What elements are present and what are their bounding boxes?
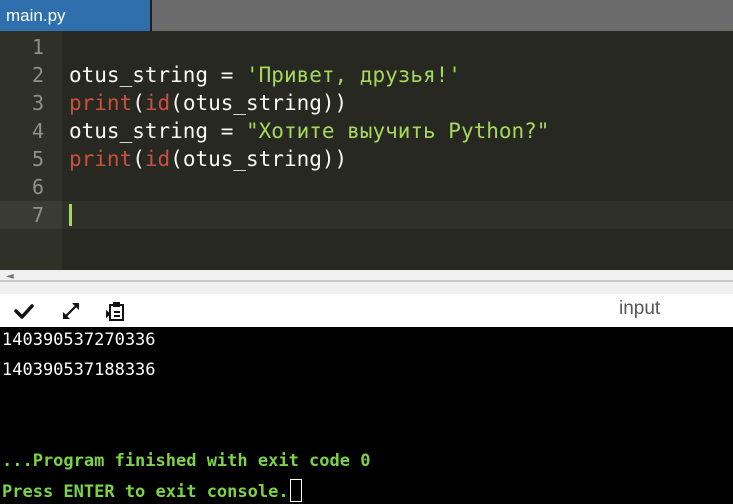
line-number: 4 <box>31 119 44 143</box>
line-number: 7 <box>0 201 62 229</box>
string-token: "Хотите выучить Python?" <box>246 119 550 143</box>
console-toolbar: input <box>0 294 733 327</box>
code-text: otus_string = "Хотите выучить Python?" <box>69 117 549 145</box>
input-label[interactable]: input <box>619 298 660 320</box>
code-line[interactable]: 2 otus_string = 'Привет, друзья!' <box>0 61 733 89</box>
line-number: 3 <box>31 91 44 115</box>
keyword-token: id <box>144 91 171 115</box>
console-output-line: 140390537270336 <box>2 330 156 350</box>
code-text: print(id(otus_string)) <box>69 89 347 117</box>
panel-resize-divider[interactable]: ◄ <box>0 270 733 294</box>
code-token: ( <box>132 147 145 171</box>
expand-arrows-icon[interactable] <box>60 300 82 322</box>
divider-line <box>0 280 733 282</box>
tab-bar: main.py <box>0 0 733 31</box>
copy-clipboard-icon[interactable] <box>105 300 127 322</box>
code-line[interactable]: 7 <box>0 201 733 229</box>
code-line[interactable]: 3 print(id(otus_string)) <box>0 89 733 117</box>
scroll-left-arrow-icon[interactable]: ◄ <box>6 271 14 282</box>
code-text: otus_string = 'Привет, друзья!' <box>69 61 461 89</box>
code-token: otus_string = <box>69 119 247 143</box>
press-enter-text: Press ENTER to exit console. <box>2 482 289 502</box>
code-token: (otus_string)) <box>170 147 348 171</box>
press-enter-message: Press ENTER to exit console. <box>2 479 302 504</box>
code-line[interactable]: 1 <box>0 33 733 61</box>
code-line[interactable]: 6 <box>0 173 733 201</box>
code-token: otus_string = <box>69 63 247 87</box>
text-cursor <box>69 204 72 226</box>
console-output-line: 140390537188336 <box>2 360 156 380</box>
console-cursor <box>289 479 302 502</box>
tab-main-py[interactable]: main.py <box>0 0 150 31</box>
code-editor[interactable]: 1 2 otus_string = 'Привет, друзья!' 3 print(… <box>0 31 733 270</box>
tab-divider <box>150 0 152 31</box>
code-line[interactable]: 4 otus_string = "Хотите выучить Python?" <box>0 117 733 145</box>
line-number: 1 <box>31 35 44 59</box>
line-number: 6 <box>31 175 44 199</box>
string-token: 'Привет, друзья!' <box>246 63 461 87</box>
line-number: 5 <box>31 147 44 171</box>
program-finished-message: ...Program finished with exit code 0 <box>2 451 371 471</box>
code-token: (otus_string)) <box>170 91 348 115</box>
console-output[interactable]: 140390537270336 140390537188336 ...Progr… <box>0 327 733 503</box>
keyword-token: print <box>69 91 133 115</box>
keyword-token: id <box>144 147 171 171</box>
code-line[interactable]: 5 print(id(otus_string)) <box>0 145 733 173</box>
collapse-check-icon[interactable] <box>13 300 35 322</box>
line-number: 2 <box>31 63 44 87</box>
code-text: print(id(otus_string)) <box>69 145 347 173</box>
keyword-token: print <box>69 147 133 171</box>
code-token: ( <box>132 91 145 115</box>
